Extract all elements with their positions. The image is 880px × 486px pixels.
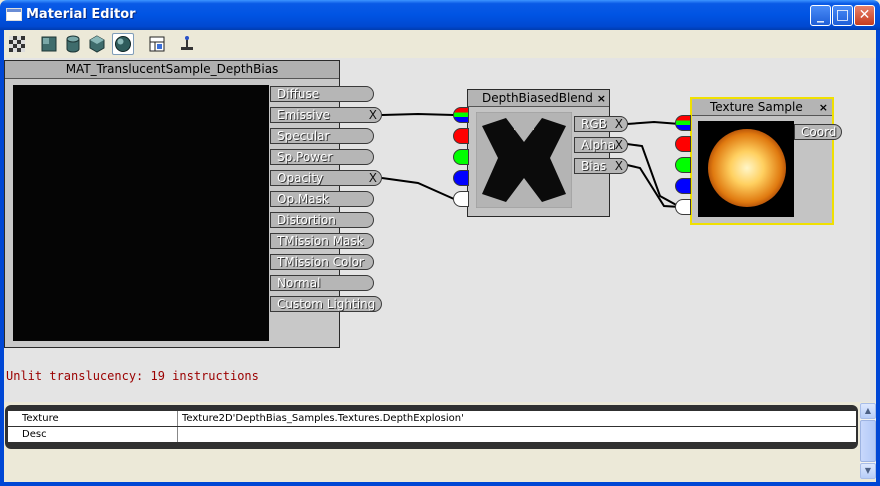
tex-close-icon[interactable]: × <box>819 99 828 116</box>
input-pin-label: Distortion <box>277 213 336 227</box>
wire-emissive <box>381 112 455 116</box>
input-pin[interactable]: TMission Color <box>270 254 374 270</box>
property-row-texture[interactable]: Texture Texture2D'DepthBias_Samples.Text… <box>8 411 856 426</box>
input-pin-label: Op.Mask <box>277 192 329 206</box>
properties-scrollbar[interactable]: ▲ ▼ <box>860 403 876 479</box>
input-pin-label: TMission Color <box>277 255 364 269</box>
scroll-down-button[interactable]: ▼ <box>860 463 876 479</box>
output-pin-label: RGB <box>581 117 607 131</box>
input-pin-label: Opacity <box>277 171 324 185</box>
root-node-title: MAT_TranslucentSample_DepthBias <box>5 61 339 79</box>
coord-input-pin[interactable]: Coord <box>794 124 842 140</box>
depth-bias-preview <box>476 112 572 208</box>
dbb-title-text: DepthBiasedBlend <box>482 91 593 105</box>
input-pin[interactable]: Op.Mask <box>270 191 374 207</box>
input-pin-label: Diffuse <box>277 87 320 101</box>
output-pin[interactable]: RGB X <box>574 116 628 132</box>
disconnect-icon[interactable]: X <box>615 159 623 173</box>
scroll-thumb[interactable] <box>860 420 876 462</box>
wire-alpha <box>626 143 681 208</box>
input-pin[interactable]: Emissive X <box>270 107 382 123</box>
input-pin[interactable]: Custom Lighting <box>270 296 382 312</box>
coord-label: Coord <box>801 125 837 139</box>
input-pin[interactable]: Opacity X <box>270 170 382 186</box>
tex-input-pin[interactable] <box>675 178 691 194</box>
input-pin[interactable]: Diffuse <box>270 86 374 102</box>
input-pin-label: TMission Mask <box>277 234 364 248</box>
output-pin-label: Alpha <box>581 138 616 152</box>
dbb-input-pin[interactable] <box>453 149 469 165</box>
disconnect-icon[interactable]: X <box>615 138 623 152</box>
wire-opacity <box>381 177 455 200</box>
input-pin-label: Emissive <box>277 108 330 122</box>
disconnect-icon[interactable]: X <box>369 171 377 185</box>
tex-title-text: Texture Sample <box>710 100 803 114</box>
dbb-close-icon[interactable]: × <box>597 90 606 107</box>
property-name: Desc <box>8 427 178 442</box>
property-row-desc[interactable]: Desc <box>8 427 856 442</box>
input-pin[interactable]: Sp.Power <box>270 149 374 165</box>
tex-input-pin[interactable] <box>675 199 691 215</box>
texture-preview <box>698 121 794 217</box>
output-pin-label: Bias <box>581 159 607 173</box>
input-pin[interactable]: Specular <box>270 128 374 144</box>
property-value[interactable] <box>180 427 182 442</box>
explosion-texture <box>708 129 786 207</box>
property-value[interactable]: Texture2D'DepthBias_Samples.Textures.Dep… <box>180 411 464 426</box>
tex-node-title: Texture Sample × <box>692 99 832 116</box>
input-pin[interactable]: TMission Mask <box>270 233 374 249</box>
depth-biased-blend-node[interactable]: DepthBiasedBlend × <box>467 89 610 217</box>
wire-bias <box>626 164 681 208</box>
dbb-input-pin[interactable] <box>453 191 469 207</box>
tex-input-pin[interactable] <box>675 157 691 173</box>
wire-rgb <box>626 120 681 125</box>
dbb-input-pin[interactable] <box>453 128 469 144</box>
output-pin[interactable]: Bias X <box>574 158 628 174</box>
property-name: Texture <box>8 411 178 426</box>
input-pin-label: Normal <box>277 276 321 290</box>
dbb-node-title: DepthBiasedBlend × <box>468 90 609 107</box>
tex-input-pin[interactable] <box>675 136 691 152</box>
status-text: Unlit translucency: 19 instructions <box>6 369 259 383</box>
tex-input-pin[interactable] <box>675 115 691 131</box>
texture-sample-node[interactable]: Texture Sample × <box>690 97 834 225</box>
input-pin-label: Custom Lighting <box>277 297 376 311</box>
disconnect-icon[interactable]: X <box>615 117 623 131</box>
scroll-up-button[interactable]: ▲ <box>860 403 876 419</box>
input-pin-label: Specular <box>277 129 330 143</box>
dbb-input-pin[interactable] <box>453 107 469 123</box>
input-pin[interactable]: Normal <box>270 275 374 291</box>
material-preview <box>13 85 269 341</box>
output-pin[interactable]: Alpha X <box>574 137 628 153</box>
input-pin-label: Sp.Power <box>277 150 333 164</box>
input-pin[interactable]: Distortion <box>270 212 374 228</box>
dbb-input-pin[interactable] <box>453 170 469 186</box>
disconnect-icon[interactable]: X <box>369 108 377 122</box>
